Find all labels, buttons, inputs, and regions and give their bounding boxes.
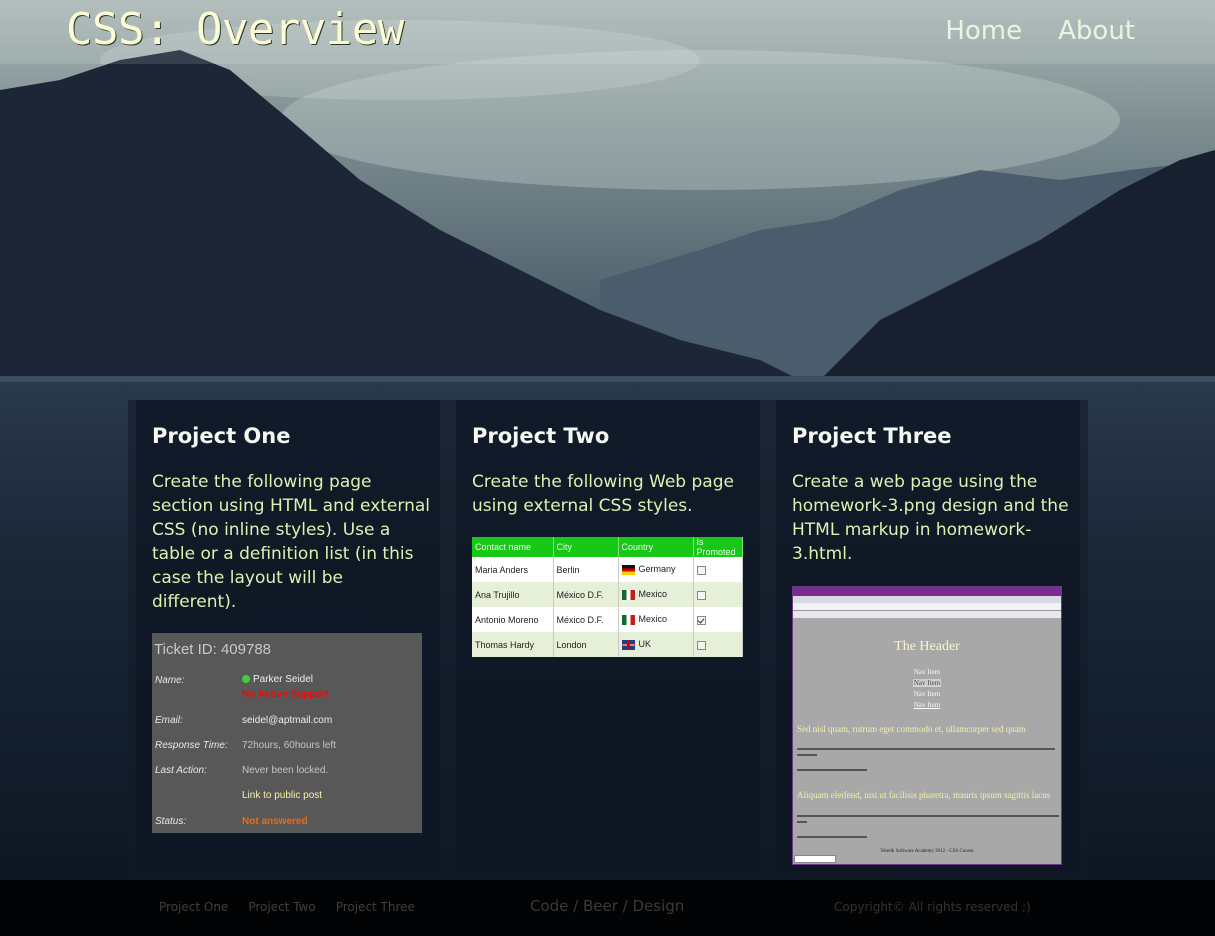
country-name: UK xyxy=(638,639,652,650)
homework-header-text: The Header xyxy=(894,639,960,654)
project-three-description: Create a web page using the homework-3.p… xyxy=(792,472,1069,564)
footer-copyright: Copyright© All rights reserved ;) xyxy=(834,900,1031,914)
promoted-checkbox-checked xyxy=(696,615,706,625)
lorem-text-lines xyxy=(797,748,1055,771)
country-name: Germany xyxy=(638,564,676,575)
online-status-icon xyxy=(242,675,250,684)
germany-flag-icon xyxy=(621,564,635,575)
nav-about-link[interactable]: About xyxy=(1058,16,1135,46)
header-contact-name: Contact name xyxy=(472,537,554,557)
cell-promoted xyxy=(693,582,743,607)
site-header: CSS: Overview Home About xyxy=(0,0,1215,64)
site-title: CSS: Overview xyxy=(66,4,404,55)
browser-statusbar xyxy=(794,855,836,863)
uk-flag-icon xyxy=(621,639,635,650)
country-name: Mexico xyxy=(638,614,668,625)
main-nav: Home About xyxy=(945,16,1135,46)
site-footer: Project One Project Two Project Three Co… xyxy=(0,880,1215,936)
header-city: City xyxy=(553,537,619,557)
ticket-status-value: Not answered xyxy=(242,816,308,827)
ticket-preview-image: Ticket ID: 409788 Name: Parker Seidel No… xyxy=(152,633,422,833)
footer-slogan: Code / Beer / Design xyxy=(530,897,685,915)
ticket-customer-name: Parker Seidel xyxy=(253,674,314,685)
ticket-public-post-link: Link to public post xyxy=(242,790,323,801)
browser-titlebar xyxy=(793,587,1061,596)
promoted-checkbox xyxy=(696,565,706,575)
project-two-title: Project Two xyxy=(472,424,610,448)
cell-contact-name: Maria Anders xyxy=(472,557,554,582)
cell-contact-name: Ana Trujillo xyxy=(472,582,554,607)
promoted-checkbox xyxy=(696,640,706,650)
project-one-title: Project One xyxy=(152,424,291,448)
cell-promoted xyxy=(693,607,743,632)
ticket-email-label: Email: xyxy=(155,715,183,726)
cell-contact-name: Thomas Hardy xyxy=(472,632,554,657)
footer-link-project-two[interactable]: Project Two xyxy=(248,900,315,914)
cell-promoted xyxy=(693,557,743,582)
table-row: Thomas Hardy London UK xyxy=(472,632,743,657)
project-three-title: Project Three xyxy=(792,424,952,448)
footer-nav: Project One Project Two Project Three xyxy=(159,900,415,914)
header-is-promoted: Is Promoted xyxy=(693,537,743,557)
homework-screenshot-preview: The Header Nav Item Nav Item Nav Item Na… xyxy=(792,586,1062,865)
cell-city: London xyxy=(553,632,619,657)
footer-link-project-three[interactable]: Project Three xyxy=(336,900,415,914)
cell-promoted xyxy=(693,632,743,657)
homework-heading-two: Aliquam eleifend, nisi ut facilisis phar… xyxy=(797,790,1051,800)
cell-city: México D.F. xyxy=(553,582,619,607)
table-row: Ana Trujillo México D.F. Mexico xyxy=(472,582,743,607)
ticket-status-label: Status: xyxy=(155,816,187,827)
ticket-response-value: 72hours, 60hours left xyxy=(242,740,336,751)
cell-country: Mexico xyxy=(618,607,694,632)
homework-nav-item: Nav Item xyxy=(913,690,941,698)
browser-tabbar xyxy=(793,596,1061,603)
ticket-name-label: Name: xyxy=(155,675,185,686)
ticket-support-status: No Active Support xyxy=(242,689,329,700)
homework-heading-one: Sed nisl quam, rutrum eget commodo et, u… xyxy=(797,724,1026,734)
browser-bookmarks-bar xyxy=(793,611,1061,619)
homework-nav-item: Nav Item xyxy=(913,701,941,709)
homework-paragraph-placeholder xyxy=(797,747,1059,773)
cell-contact-name: Antonio Moreno xyxy=(472,607,554,632)
homework-nav-list: Nav Item Nav Item Nav Item Nav Item xyxy=(793,667,1061,711)
cell-city: Berlin xyxy=(553,557,619,582)
project-one-description: Create the following page section using … xyxy=(152,472,431,612)
ticket-name-value: Parker Seidel xyxy=(242,674,313,685)
ticket-email-value: seidel@aptmail.com xyxy=(242,715,333,726)
homework-paragraph-placeholder xyxy=(797,814,1059,842)
ticket-response-label: Response Time: xyxy=(155,740,228,751)
cell-country: Germany xyxy=(618,557,694,582)
cell-country: UK xyxy=(618,632,694,657)
browser-urlbar xyxy=(793,603,1061,611)
mexico-flag-icon xyxy=(621,589,635,600)
ticket-id: Ticket ID: 409788 xyxy=(154,641,272,658)
contacts-table-preview: Contact name City Country Is Promoted Ma… xyxy=(472,537,743,657)
country-name: Mexico xyxy=(638,589,668,600)
footer-link-project-one[interactable]: Project One xyxy=(159,900,228,914)
nav-home-link[interactable]: Home xyxy=(945,16,1022,46)
header-country: Country xyxy=(618,537,694,557)
ticket-last-action-value: Never been locked. xyxy=(242,765,329,776)
homework-nav-item: Nav Item xyxy=(913,668,941,676)
table-row: Maria Anders Berlin Germany xyxy=(472,557,743,582)
promoted-checkbox xyxy=(696,590,706,600)
cell-country: Mexico xyxy=(618,582,694,607)
ticket-last-action-label: Last Action: xyxy=(155,765,207,776)
table-row: Antonio Moreno México D.F. Mexico xyxy=(472,607,743,632)
cell-city: México D.F. xyxy=(553,607,619,632)
homework-nav-item: Nav Item xyxy=(793,678,1061,689)
homework-nav-item-selected: Nav Item xyxy=(912,679,942,687)
lorem-text-lines xyxy=(797,815,1059,838)
table-header-row: Contact name City Country Is Promoted xyxy=(472,537,743,557)
mexico-flag-icon xyxy=(621,614,635,625)
homework-footer-text: Telerik Software Academy 2012 - CSS Cour… xyxy=(880,849,974,854)
project-two-description: Create the following Web page using exte… xyxy=(472,472,734,516)
